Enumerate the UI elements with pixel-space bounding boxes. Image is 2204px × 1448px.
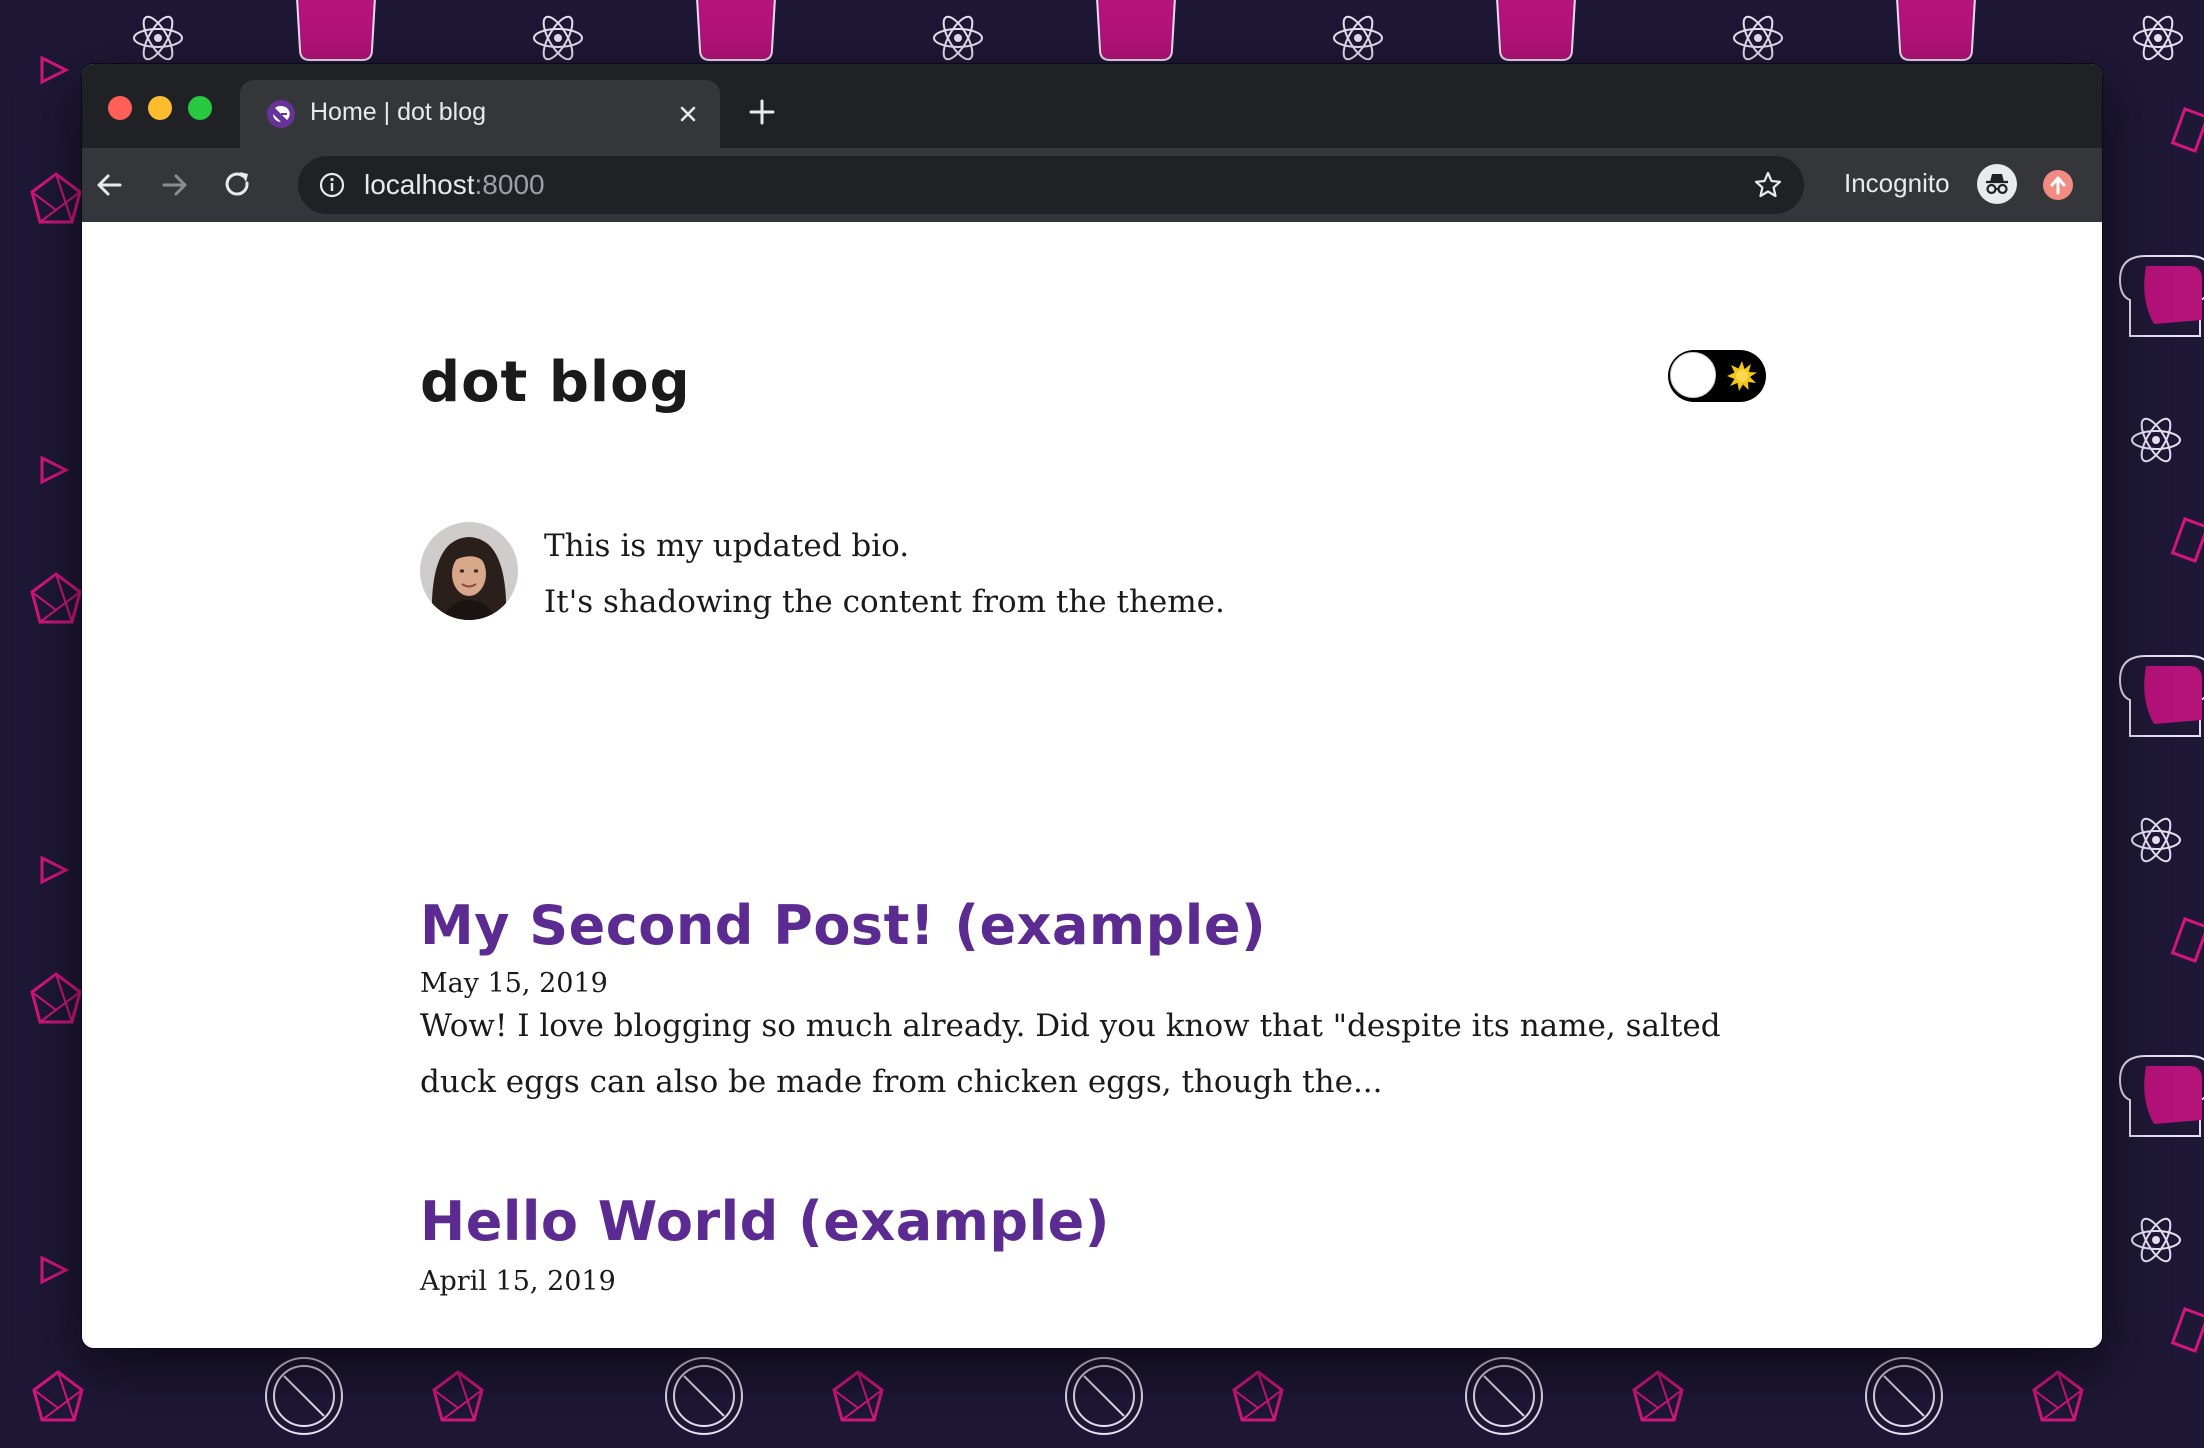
window-zoom-button[interactable]: [188, 96, 212, 120]
page-content: dot blog This is my updated bio. It's sh…: [82, 222, 2102, 1348]
site-title[interactable]: dot blog: [420, 350, 691, 415]
arrow-right-icon[interactable]: [154, 165, 194, 205]
tab-home[interactable]: Home | dot blog: [240, 80, 720, 148]
close-icon[interactable]: [674, 100, 702, 128]
window-close-button[interactable]: [108, 96, 132, 120]
bio-line-1: This is my updated bio.: [544, 528, 910, 564]
arrow-left-icon[interactable]: [90, 165, 130, 205]
browser-toolbar: localhost:8000 Incognito: [82, 148, 2102, 222]
url-port: :8000: [474, 169, 545, 200]
browser-window: Home | dot blog localhost:8000 Incognito…: [82, 64, 2102, 1348]
window-minimize-button[interactable]: [148, 96, 172, 120]
avatar: [420, 522, 518, 620]
post-date: April 15, 2019: [420, 1266, 616, 1297]
reload-icon[interactable]: [218, 165, 258, 205]
url-host: localhost: [364, 169, 475, 200]
toggle-knob: [1670, 352, 1716, 398]
incognito-icon[interactable]: [1976, 163, 2018, 205]
incognito-label[interactable]: Incognito: [1844, 168, 1950, 199]
post-excerpt: Wow! I love blogging so much already. Di…: [420, 1008, 1721, 1100]
address-bar[interactable]: localhost:8000: [298, 156, 1804, 214]
post-title-link[interactable]: Hello World (example): [420, 1190, 1110, 1253]
post-title-link[interactable]: My Second Post! (example): [420, 894, 1266, 957]
gatsby-favicon-icon: [267, 100, 295, 128]
theme-toggle[interactable]: [1668, 350, 1766, 402]
star-icon[interactable]: [1752, 169, 1784, 201]
bio-line-2: It's shadowing the content from the them…: [544, 584, 1225, 620]
info-icon[interactable]: [318, 171, 346, 199]
tab-strip: Home | dot blog: [82, 64, 2102, 148]
plus-icon[interactable]: [746, 96, 778, 128]
update-arrow-icon[interactable]: [2042, 169, 2074, 201]
sun-icon: [1727, 361, 1757, 391]
post-date: May 15, 2019: [420, 968, 608, 999]
tab-title: Home | dot blog: [310, 98, 487, 126]
url-text[interactable]: localhost:8000: [364, 169, 545, 201]
